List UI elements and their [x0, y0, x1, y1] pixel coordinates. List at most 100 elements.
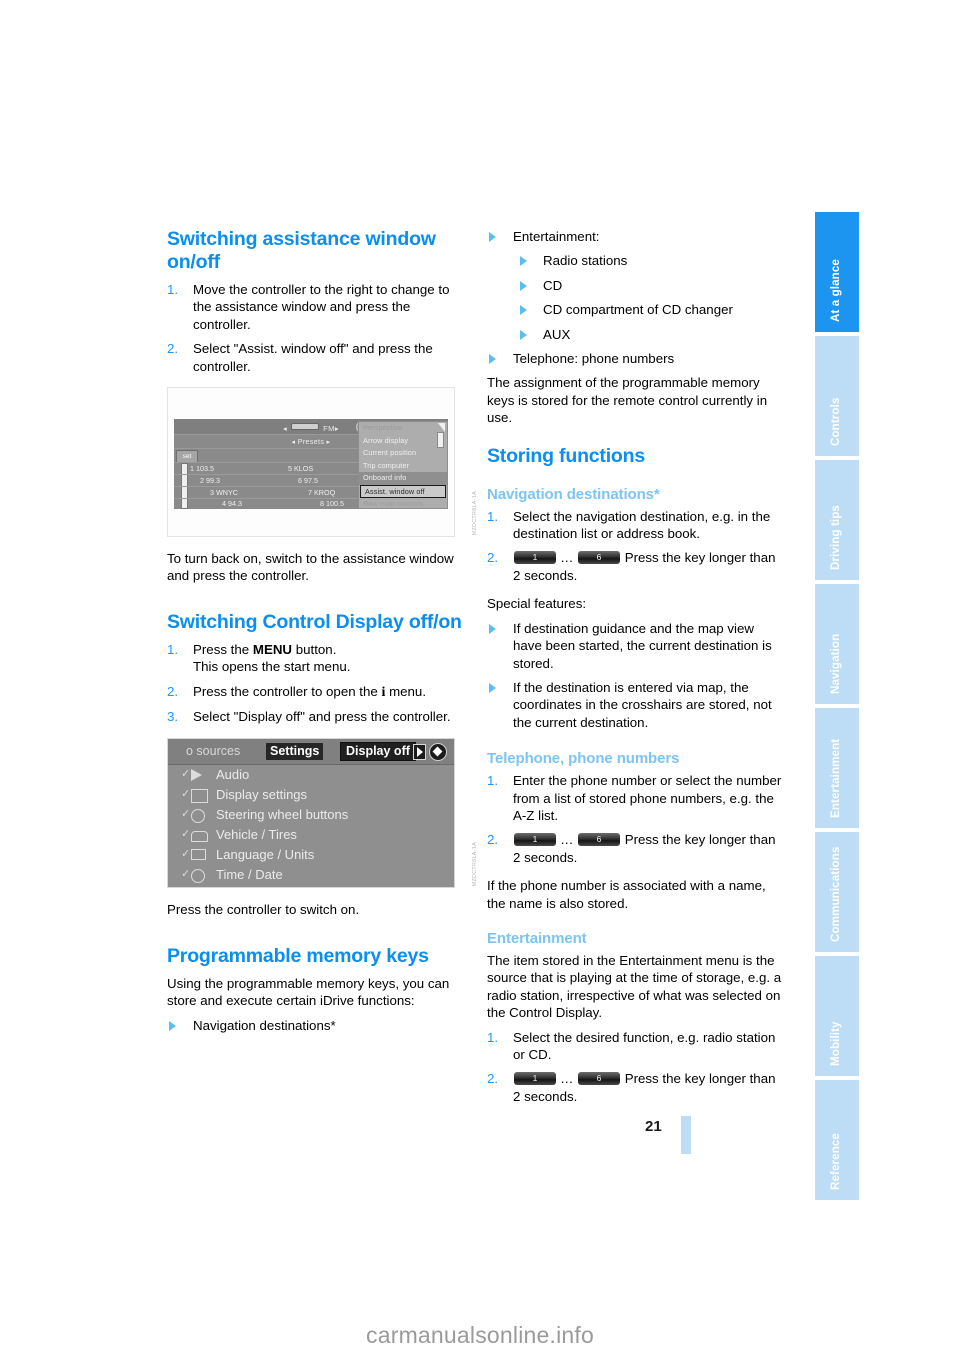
step-item: 2. 1 ... 6 Press the key longer than 2 s…: [487, 549, 782, 584]
figure-1-frame: ◂ FM▸ ◂ Presets ▸ set 1 103.5 5 KLOS 2 9…: [167, 387, 455, 538]
page-number: 21: [645, 1118, 662, 1135]
list-item-label: CD: [543, 277, 563, 293]
label-special-features: Special features:: [487, 596, 587, 612]
sidebar-tab-communications[interactable]: Communications: [815, 832, 859, 952]
subheading-navigation-destinations: Navigation destinations*: [487, 485, 660, 503]
step-text-post: menu.: [385, 683, 427, 699]
display-settings-icon: ✓: [181, 788, 209, 804]
memory-key-6-icon[interactable]: 6: [578, 833, 620, 847]
settings-item-vehicle-tires[interactable]: ✓ Vehicle / Tires: [168, 825, 454, 845]
audio-icon: ✓: [181, 768, 209, 782]
memory-key-1-icon[interactable]: 1: [514, 551, 556, 565]
sidebar-tab-entertainment[interactable]: Entertainment: [815, 708, 859, 828]
settings-item-label: Vehicle / Tires: [216, 827, 297, 843]
sidebar-tab-label: Controls: [829, 397, 842, 446]
presets-label: Presets: [297, 437, 325, 447]
flag-icon: ✓: [181, 848, 209, 862]
sidebar-tab-controls[interactable]: Controls: [815, 336, 859, 456]
list-item: Radio stations: [513, 252, 782, 269]
preset-left: 1 103.5: [190, 464, 214, 474]
list-item-label: AUX: [543, 326, 571, 342]
list-item-label: Telephone: phone numbers: [513, 351, 675, 367]
menu-item-arrow-display[interactable]: Arrow display: [359, 435, 447, 448]
paragraph-turn-back-on: To turn back on, switch to the assistanc…: [167, 551, 454, 584]
settings-item-audio[interactable]: ✓ Audio: [168, 765, 454, 785]
list-item-label: Navigation destinations*: [193, 1017, 336, 1033]
menu-item-current-position[interactable]: Current position: [359, 447, 447, 460]
heading-programmable-memory-keys: Programmable memory keys: [167, 944, 429, 967]
car-icon: ✓: [181, 828, 209, 843]
step-item: 1. Select the navigation destination, e.…: [487, 508, 782, 543]
assistance-window-menu: Perspective Arrow display Current positi…: [358, 421, 448, 511]
page-number-bar: [681, 1116, 691, 1154]
step-item: 2. Select "Assist. window off" and press…: [167, 340, 462, 375]
sidebar-tab-label: Reference: [829, 1133, 842, 1190]
bar-item-settings[interactable]: Settings: [266, 743, 324, 761]
step-item: 1. Select the desired function, e.g. rad…: [487, 1029, 782, 1064]
preset-left: 4 94.3: [222, 499, 242, 509]
sidebar-tab-label: Entertainment: [829, 738, 842, 818]
menu-item-raw-map-controls[interactable]: Raw map controls: [359, 498, 447, 511]
sidebar-tab-at-a-glance[interactable]: At a glance: [815, 212, 859, 332]
triangle-bullet-icon: [520, 280, 527, 291]
settings-top-bar: o sources Settings Display off: [168, 739, 454, 766]
steps-control-display: 1. Press the MENU button. This opens the…: [167, 641, 462, 726]
step-text: Move the controller to the right to chan…: [193, 282, 450, 332]
memory-key-6-icon[interactable]: 6: [578, 551, 620, 565]
sidebar-tab-navigation[interactable]: Navigation: [815, 584, 859, 704]
step-number: 1.: [167, 641, 179, 657]
list-item: AUX: [513, 326, 782, 343]
list-item: If destination guidance and the map view…: [487, 620, 782, 672]
sidebar-tab-driving-tips[interactable]: Driving tips: [815, 460, 859, 580]
preset-right: 8 100.5: [320, 499, 344, 509]
steering-wheel-icon: ✓: [181, 808, 209, 824]
step-number: 1.: [487, 773, 499, 789]
settings-item-label: Audio: [216, 767, 250, 783]
step-text-pre: Press the controller to open the: [193, 683, 382, 699]
settings-item-time-date[interactable]: ✓ Time / Date: [168, 865, 454, 885]
bar-next-arrow-icon[interactable]: [413, 744, 426, 761]
bullet-list-special-features: If destination guidance and the map view…: [487, 620, 782, 731]
step-text: Select "Assist. window off" and press th…: [193, 341, 433, 374]
menu-scrollbar-thumb[interactable]: [437, 432, 444, 449]
memory-key-1-icon[interactable]: 1: [514, 1072, 556, 1086]
sidebar-tab-reference[interactable]: Reference: [815, 1080, 859, 1200]
tuner-slider-icon: [291, 423, 320, 431]
paragraph-phone-name-stored: If the phone number is associated with a…: [487, 878, 766, 911]
step-item: 1. Move the controller to the right to c…: [167, 281, 462, 333]
paragraph-press-controller-switch-on: Press the controller to switch on.: [167, 902, 360, 918]
settings-menu-list: ✓ Audio ✓ Display settings ✓ Steering wh…: [168, 765, 454, 885]
sidebar-tab-label: Mobility: [829, 1021, 842, 1066]
settings-item-display-settings[interactable]: ✓ Display settings: [168, 785, 454, 805]
list-item: CD: [513, 277, 782, 294]
chapter-tab-sidebar: At a glance Controls Driving tips Naviga…: [815, 212, 859, 1200]
watermark: carmanualsonline.info: [366, 1322, 594, 1348]
memory-key-6-icon[interactable]: 6: [578, 1072, 620, 1086]
menu-item-trip-computer[interactable]: Trip computer: [359, 460, 447, 473]
settings-item-steering-wheel-buttons[interactable]: ✓ Steering wheel buttons: [168, 805, 454, 825]
menu-item-onboard-info[interactable]: Onboard info: [359, 472, 447, 485]
paragraph-entertainment-source: The item stored in the Entertainment men…: [487, 952, 782, 1021]
preset-right: 7 KROQ: [308, 488, 336, 498]
ellipsis: ...: [560, 1071, 574, 1087]
menu-item-perspective[interactable]: Perspective: [359, 422, 447, 435]
settings-item-language-units[interactable]: ✓ Language / Units: [168, 845, 454, 865]
bar-item-sources[interactable]: o sources: [186, 743, 240, 760]
steps-telephone: 1. Enter the phone number or select the …: [487, 772, 782, 866]
menu-item-assist-window-off[interactable]: Assist. window off: [360, 484, 446, 498]
sidebar-tab-label: Driving tips: [829, 505, 842, 570]
steps-entertainment: 1. Select the desired function, e.g. rad…: [487, 1029, 782, 1106]
memory-key-1-icon[interactable]: 1: [514, 833, 556, 847]
subheading-telephone-phone-numbers: Telephone, phone numbers: [487, 750, 680, 768]
triangle-bullet-icon: [489, 623, 496, 634]
step-item: 1. Press the MENU button. This opens the…: [167, 641, 462, 676]
step-number: 2.: [167, 683, 179, 699]
bar-controller-icon[interactable]: [429, 743, 447, 762]
step-number: 2.: [487, 550, 499, 566]
figure-radio-assistance-window: ◂ FM▸ ◂ Presets ▸ set 1 103.5 5 KLOS 2 9…: [167, 387, 478, 538]
sidebar-tab-mobility[interactable]: Mobility: [815, 956, 859, 1076]
bar-item-display-off[interactable]: Display off: [340, 742, 416, 762]
step-text: Enter the phone number or select the num…: [513, 773, 782, 823]
steps-navigation-destinations: 1. Select the navigation destination, e.…: [487, 508, 782, 585]
list-item-label: If the destination is entered via map, t…: [513, 679, 772, 730]
